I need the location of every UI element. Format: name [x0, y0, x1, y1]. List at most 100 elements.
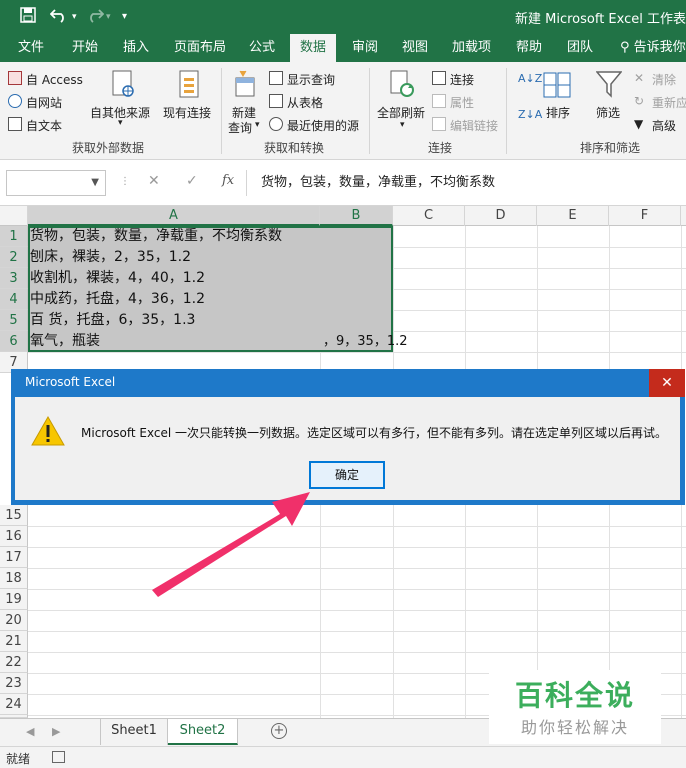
tab-review[interactable]: 审阅 [352, 34, 378, 62]
cell-a2[interactable]: 刨床，裸装，2，35，1.2 [30, 247, 191, 268]
insert-function-button[interactable]: fx [222, 173, 234, 188]
row-header-4[interactable]: 4 [0, 289, 28, 310]
sort-icon [543, 72, 571, 101]
scroll-left-icon[interactable]: ◀ [26, 725, 34, 738]
tab-insert[interactable]: 插入 [123, 34, 149, 62]
filter-icon [595, 70, 623, 101]
tab-team[interactable]: 团队 [567, 34, 593, 62]
row-header-16[interactable]: 16 [0, 526, 28, 547]
tab-help[interactable]: 帮助 [516, 34, 542, 62]
gridline [28, 547, 686, 548]
existing-connections-label: 现有连接 [163, 106, 212, 120]
clear-label: 清除 [652, 73, 677, 87]
row-header-20[interactable]: 20 [0, 610, 28, 631]
dialog-title: Microsoft Excel [25, 375, 116, 389]
row-header-22[interactable]: 22 [0, 652, 28, 673]
tab-view[interactable]: 视图 [402, 34, 428, 62]
ribbon-tabs: 文件 开始 插入 页面布局 公式 数据 审阅 视图 加载项 帮助 团队 ⚲ 告诉… [0, 34, 686, 62]
more-icon[interactable]: ⋮ [120, 176, 130, 187]
cell-a1[interactable]: 货物，包装，数量，净载重，不均衡系数 [30, 226, 282, 247]
close-button[interactable]: ✕ [649, 369, 685, 397]
existing-connections-icon [176, 70, 202, 103]
cancel-icon[interactable]: ✕ [148, 173, 160, 189]
redo-icon[interactable] [86, 7, 105, 27]
undo-icon[interactable] [49, 7, 68, 27]
column-header-f[interactable]: F [609, 206, 681, 226]
search-icon: ⚲ [620, 40, 630, 55]
text-file-icon [8, 117, 22, 131]
column-header-a[interactable]: A [28, 206, 320, 226]
show-queries-label: 显示查询 [287, 73, 336, 87]
gridline [28, 652, 686, 653]
column-header-d[interactable]: D [465, 206, 537, 226]
row-header-6[interactable]: 6 [0, 331, 28, 352]
tab-add-ins[interactable]: 加载项 [452, 34, 491, 62]
enter-icon[interactable]: ✓ [186, 173, 198, 189]
group-label-get-transform: 获取和转换 [264, 141, 325, 155]
cell-a4[interactable]: 中成药，托盘，4，36，1.2 [30, 289, 205, 310]
new-query-icon [232, 70, 258, 101]
row-header-19[interactable]: 19 [0, 589, 28, 610]
row-header-21[interactable]: 21 [0, 631, 28, 652]
gridline [28, 589, 686, 590]
filter-label: 筛选 [596, 106, 621, 120]
table-icon [269, 71, 283, 85]
column-header-c[interactable]: C [393, 206, 465, 226]
name-box[interactable]: ▼ [6, 170, 106, 196]
watermark-title: 百科全说 [514, 679, 635, 712]
sort-descending-icon[interactable]: Z↓A [518, 108, 542, 121]
scroll-right-icon[interactable]: ▶ [52, 725, 60, 738]
column-header-b[interactable]: B [320, 206, 393, 226]
undo-dropdown-icon[interactable]: ▾ [72, 7, 77, 27]
cell-a5[interactable]: 百 货，托盘，6，35，1.3 [30, 310, 195, 331]
row-header-15[interactable]: 15 [0, 505, 28, 526]
sort-label: 排序 [546, 106, 571, 120]
row-header-23[interactable]: 23 [0, 673, 28, 694]
add-sheet-icon[interactable]: + [271, 723, 287, 739]
error-dialog: Microsoft Excel ✕ Microsoft Excel 一次只能转换… [11, 369, 685, 505]
tab-home[interactable]: 开始 [72, 34, 98, 62]
cell-b6[interactable]: ，9，35，1.2 [323, 331, 408, 352]
access-icon [8, 71, 22, 85]
formula-input[interactable]: 货物，包装，数量，净载重，不均衡系数 [246, 170, 686, 196]
save-icon[interactable] [20, 7, 36, 27]
redo-dropdown-icon[interactable]: ▾ [106, 7, 111, 27]
clear-filter-icon: ✕ [634, 71, 645, 85]
tab-page-layout[interactable]: 页面布局 [174, 34, 226, 62]
reapply-icon: ↻ [634, 94, 645, 108]
dialog-message: Microsoft Excel 一次只能转换一列数据。选定区域可以有多行，但不能… [81, 426, 668, 440]
dialog-body: Microsoft Excel 一次只能转换一列数据。选定区域可以有多行，但不能… [15, 397, 680, 500]
from-text-label: 自文本 [26, 119, 63, 133]
row-header-3[interactable]: 3 [0, 268, 28, 289]
customize-qat-icon[interactable]: ▾ [122, 7, 127, 27]
tab-formulas[interactable]: 公式 [249, 34, 275, 62]
macro-record-icon[interactable] [52, 751, 65, 763]
cell-a6[interactable]: 氧气，瓶装 [30, 331, 100, 352]
sheet-tab-sheet1[interactable]: Sheet1 [100, 719, 168, 745]
row-header-1[interactable]: 1 [0, 226, 28, 247]
refresh-all-label: 全部刷新 [377, 106, 426, 120]
ok-button[interactable]: 确定 [309, 461, 385, 489]
sheet-tab-sheet2[interactable]: Sheet2 [168, 719, 238, 745]
cell-a3[interactable]: 收割机，裸装，4，40，1.2 [30, 268, 205, 289]
group-label-external-data: 获取外部数据 [72, 141, 145, 155]
row-header-5[interactable]: 5 [0, 310, 28, 331]
row-header-2[interactable]: 2 [0, 247, 28, 268]
chevron-down-icon[interactable]: ▼ [91, 177, 99, 188]
ribbon: 自 Access 自网站 自文本 自其他来源 ▾ 现有连接 获取外部数据 新建 … [0, 62, 686, 160]
chevron-down-icon: ▾ [255, 120, 260, 130]
row-header-17[interactable]: 17 [0, 547, 28, 568]
from-web-label: 自网站 [26, 96, 63, 110]
tab-data[interactable]: 数据 [290, 34, 337, 62]
chevron-down-icon: ▾ [400, 120, 405, 130]
link-icon [432, 117, 446, 131]
row-header-18[interactable]: 18 [0, 568, 28, 589]
properties-label: 属性 [450, 96, 475, 110]
select-all-corner[interactable] [0, 206, 28, 226]
row-header-24[interactable]: 24 [0, 694, 28, 715]
database-icon [110, 70, 136, 101]
tab-file[interactable]: 文件 [18, 34, 44, 62]
sort-ascending-icon[interactable]: A↓Z [518, 72, 542, 85]
column-header-e[interactable]: E [537, 206, 609, 226]
tell-me-box[interactable]: ⚲ 告诉我你 [620, 34, 686, 62]
